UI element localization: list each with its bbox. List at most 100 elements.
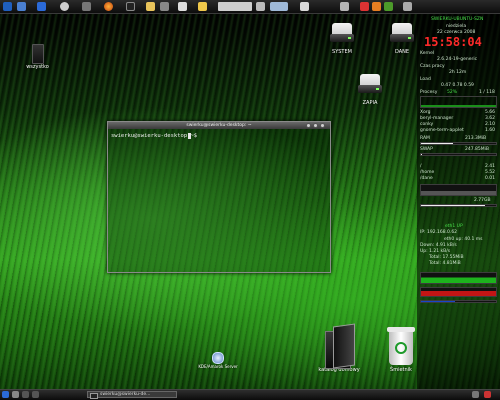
total-up: Total: 4.81MiB [429, 261, 461, 266]
start-icon[interactable] [2, 391, 9, 398]
minimize-button[interactable] [306, 123, 311, 128]
drive-applet-icon[interactable] [340, 2, 349, 11]
ram-label: RAM [420, 136, 430, 141]
download-rate: Down: 4.91 kB/s [420, 243, 457, 248]
upload-rate: Up: 1.21 kB/s [420, 249, 451, 254]
update-icon[interactable] [372, 2, 381, 11]
link-speed: eth0 up: 40.1 ms [444, 237, 483, 242]
kernel-label: Kernel [420, 51, 435, 56]
home-folder-icon [325, 323, 355, 369]
terminal-cursor [188, 133, 191, 139]
weekday: niedziela [446, 24, 467, 29]
total-down: Total: 17.55MiB [429, 255, 464, 260]
uptime-value: 2h 12m [449, 70, 467, 75]
home-icon[interactable] [300, 2, 309, 11]
top-proc-val: 2.10 [485, 122, 496, 127]
cpu-value: 52% [447, 90, 458, 95]
hdd-val: 5.52 [485, 170, 496, 175]
top-proc-name: conky [420, 122, 434, 127]
hostname: SWIERKU-UBUNTU-SZN [431, 17, 484, 22]
processes-label: Procesy [420, 90, 438, 95]
download-graph [420, 272, 497, 284]
upload-graph [420, 287, 497, 297]
taskbar-button-label: swierku@swierku-de... [100, 392, 151, 397]
hdd-val: 0.01 [485, 176, 496, 181]
close-button[interactable] [320, 123, 325, 128]
trash-icon [386, 325, 416, 367]
top-proc-val: 5.66 [485, 110, 496, 115]
desktop-icon-wszystko[interactable]: wszystko [25, 44, 50, 70]
terminal-prompt[interactable]: swierku@swierku-desktop:~$ [111, 133, 197, 139]
clipboard-icon[interactable] [178, 2, 187, 11]
desktop-icon-label: KDE/Amarok Server [198, 364, 238, 369]
terminal-titlebar[interactable]: swierku@swierku-desktop: ~ [108, 122, 330, 129]
tray-icon[interactable] [484, 391, 491, 398]
top-proc-val: 1.60 [485, 128, 496, 133]
desktop-icon-label: SYSTEM [332, 49, 352, 55]
pager-icon[interactable] [22, 391, 29, 398]
uptime-label: Czas pracy [420, 64, 445, 69]
desktop-icon-katalog-domowy[interactable]: katalog domowy [316, 323, 362, 373]
kernel-value: 2.6.24-19-generic [437, 57, 478, 62]
hard-drive-icon [330, 23, 354, 43]
terminal-icon [90, 393, 98, 399]
swap-bar [420, 153, 497, 156]
disk-graph [420, 184, 497, 196]
pager-icon[interactable] [32, 391, 39, 398]
pager[interactable] [218, 2, 252, 11]
taskbar-button-terminal[interactable]: swierku@swierku-de... [87, 391, 177, 399]
hdd-val: 2.41 [485, 164, 496, 169]
desktop-icon-zapia[interactable]: ZAPIA [350, 74, 390, 106]
taskbar: swierku@swierku-de... [0, 389, 500, 400]
top-proc-val: 3.62 [485, 116, 496, 121]
terminal-window[interactable]: swierku@swierku-desktop: ~ swierku@swier… [107, 121, 331, 273]
folder-icon[interactable] [82, 2, 91, 11]
volume-icon[interactable] [384, 2, 393, 11]
temp-bar [420, 300, 497, 303]
system-tray-icon[interactable] [270, 2, 288, 11]
load-value: 0.47 0.78 0.59 [441, 83, 474, 88]
trash-applet-icon[interactable] [256, 2, 265, 11]
disk-total: 2.77GB [474, 198, 491, 203]
processes-value: 1 / 118 [479, 90, 495, 95]
firefox-icon[interactable] [104, 2, 113, 11]
cpu-graph [420, 96, 497, 108]
kde-menu-icon[interactable] [3, 2, 12, 11]
ram-bar [420, 142, 497, 145]
show-desktop-icon[interactable] [12, 391, 19, 398]
terminal-icon[interactable] [126, 2, 135, 11]
top-proc-name: gnome-term-applet [420, 128, 464, 133]
hard-drive-icon [390, 23, 414, 43]
desktop-icon-system[interactable]: SYSTEM [320, 23, 364, 55]
swap-label: SWAP [420, 147, 433, 152]
conky-monitor: SWIERKU-UBUNTU-SZN niedziela 22 czerwca … [417, 14, 500, 389]
tux-icon[interactable] [146, 2, 155, 11]
top-panel [0, 0, 500, 14]
swap-value: 247.85MiB [465, 147, 489, 152]
network-icon[interactable] [17, 2, 26, 11]
ip-address: IP: 192.168.0.62 [420, 230, 458, 235]
hard-drive-icon [358, 74, 382, 94]
desktop-icon-label: wszystko [26, 64, 49, 70]
clock-icon[interactable] [403, 2, 412, 11]
desktop-icon-ksplash[interactable]: KDE/Amarok Server [192, 352, 244, 369]
tray-icon[interactable] [472, 391, 479, 398]
pc-icon [31, 44, 44, 64]
maximize-button[interactable] [313, 123, 318, 128]
network-label: eth1 UP [445, 224, 463, 229]
globe-icon [212, 352, 224, 364]
notes-icon[interactable] [198, 2, 207, 11]
config-icon[interactable] [160, 2, 169, 11]
hdd-name: /dane [420, 176, 433, 181]
clock: 15:58:04 [424, 35, 482, 49]
hdd-name: /home [420, 170, 435, 175]
link-icon[interactable] [60, 2, 69, 11]
desktop-icon[interactable] [37, 2, 46, 11]
top-proc-name: beryl-manager [420, 116, 454, 121]
hdd-name: / [420, 164, 422, 169]
disk-bar [420, 204, 497, 207]
ram-value: 213.3MiB [465, 136, 487, 141]
window-title: swierku@swierku-desktop: ~ [186, 123, 252, 128]
ubuntu-icon[interactable] [360, 2, 369, 11]
top-proc-name: Xorg [420, 110, 431, 115]
